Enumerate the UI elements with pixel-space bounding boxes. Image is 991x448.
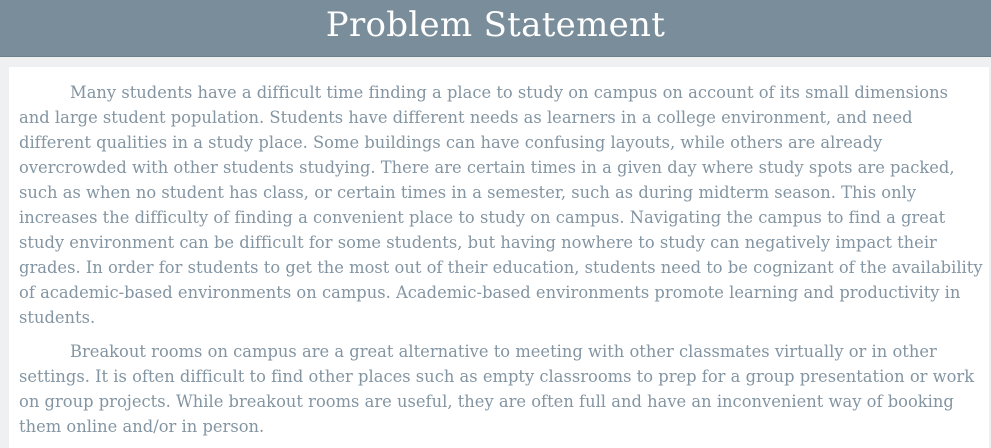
page: Problem Statement Many students have a d… — [0, 0, 991, 448]
paragraph-2: Breakout rooms on campus are a great alt… — [19, 342, 975, 436]
header-bar: Problem Statement — [0, 0, 991, 57]
paragraph-1: Many students have a difficult time find… — [19, 83, 983, 327]
content-panel: Many students have a difficult time find… — [9, 67, 989, 448]
page-title: Problem Statement — [325, 5, 666, 45]
